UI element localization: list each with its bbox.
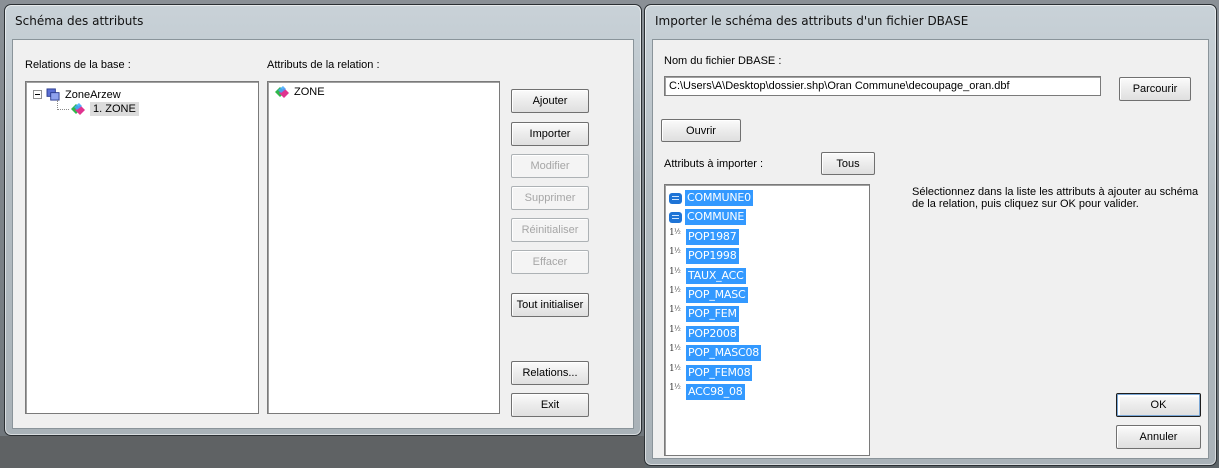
tree-connector [57, 109, 69, 110]
cancel-button[interactable]: Annuler [1116, 425, 1201, 449]
numeric-field-icon: 1½ [669, 344, 681, 355]
exit-button[interactable]: Exit [511, 393, 589, 417]
import-dbase-window: Importer le schéma des attributs d'un fi… [644, 4, 1217, 466]
attribute-name: COMMUNE0 [685, 190, 753, 206]
dbase-file-path-input[interactable]: C:\Users\A\Desktop\dossier.shp\Oran Comm… [664, 76, 1101, 96]
tree-node-root-label: ZoneArzew [65, 88, 121, 101]
numeric-field-icon: 1½ [669, 363, 681, 374]
attribute-name: POP_FEM08 [686, 364, 753, 381]
relation-icon [71, 103, 85, 115]
list-item[interactable]: ZONE [274, 85, 325, 99]
open-button[interactable]: Ouvrir [661, 119, 741, 142]
tree-node-root[interactable]: ZoneArzew [33, 88, 121, 101]
modify-button[interactable]: Modifier [511, 154, 589, 178]
attribute-schema-window: Schéma des attributs Relations de la bas… [4, 4, 642, 436]
attribute-label: ZONE [294, 86, 325, 98]
list-item[interactable]: COMMUNE [669, 208, 747, 226]
relation-icon [275, 86, 289, 98]
relations-button[interactable]: Relations... [511, 361, 589, 385]
list-item[interactable]: COMMUNE0 [669, 189, 753, 207]
database-icon [46, 88, 60, 101]
instructions-text: Sélectionnez dans la liste les attributs… [912, 186, 1199, 210]
list-item[interactable]: 1 ½ POP_MASC [669, 286, 748, 304]
attributes-to-import-label: Attributs à importer : [664, 158, 764, 170]
add-button[interactable]: Ajouter [511, 89, 589, 113]
numeric-field-icon: 1½ [669, 305, 681, 316]
numeric-field-icon: 1½ [669, 266, 681, 277]
list-item[interactable]: 1 ½ POP_FEM08 [669, 363, 753, 382]
window-client-area: Relations de la base : Attributs de la r… [12, 39, 634, 429]
tree-node-zone[interactable]: 1. ZONE [70, 102, 139, 116]
window-title: Schéma des attributs [15, 14, 144, 28]
attribute-name: TAUX_ACC [686, 267, 746, 284]
attribute-name: POP1987 [686, 228, 739, 245]
list-item[interactable]: 1 ½ POP_FEM [669, 305, 739, 323]
dbase-file-label: Nom du fichier DBASE : [664, 55, 782, 67]
attribute-name: POP_FEM [686, 306, 739, 323]
delete-button[interactable]: Supprimer [511, 186, 589, 210]
import-button[interactable]: Importer [511, 122, 589, 146]
numeric-field-icon: 1½ [669, 324, 681, 335]
numeric-field-icon: 1½ [669, 383, 681, 393]
ok-button[interactable]: OK [1116, 393, 1201, 417]
desktop-strip [0, 436, 645, 468]
attribute-name: POP_MASC08 [686, 345, 762, 362]
attribute-name: POP1998 [686, 248, 739, 265]
text-field-icon [669, 192, 682, 204]
collapse-toggle-icon[interactable] [33, 90, 42, 99]
list-item[interactable]: 1 ½ POP2008 [669, 325, 739, 343]
window-client-area: Nom du fichier DBASE : C:\Users\A\Deskto… [652, 39, 1209, 459]
window-title: Importer le schéma des attributs d'un fi… [655, 14, 969, 28]
text-field-icon [669, 211, 682, 223]
list-item[interactable]: 1 ½ TAUX_ACC [669, 267, 746, 285]
numeric-field-icon: 1½ [669, 286, 681, 296]
list-item[interactable]: 1 ½ ACC98_08 [669, 383, 745, 401]
attribute-name: COMMUNE [685, 209, 747, 226]
browse-button[interactable]: Parcourir [1119, 77, 1191, 101]
attribute-name: ACC98_08 [686, 384, 745, 400]
attribute-name: POP_MASC [686, 287, 748, 303]
reset-button[interactable]: Réinitialiser [511, 218, 589, 242]
tree-node-zone-label: 1. ZONE [90, 102, 139, 116]
list-item[interactable]: 1 ½ POP1998 [669, 247, 739, 265]
attributes-to-import-list[interactable]: COMMUNE0 COMMUNE 1 ½ POP1987 1 ½ POP1998 1 ½ TAUX_… [664, 184, 870, 456]
reset-all-button[interactable]: Tout initialiser [511, 293, 589, 317]
relations-label: Relations de la base : [25, 59, 131, 71]
list-item[interactable]: 1 ½ POP1987 [669, 228, 739, 246]
relation-attributes-list[interactable]: ZONE [267, 81, 500, 414]
select-all-button[interactable]: Tous [821, 152, 875, 175]
relations-tree[interactable]: ZoneArzew 1. ZONE [25, 81, 259, 414]
attribute-name: POP2008 [686, 325, 739, 342]
list-item[interactable]: 1 ½ POP_MASC08 [669, 344, 762, 362]
numeric-field-icon: 1½ [669, 247, 681, 258]
clear-button[interactable]: Effacer [511, 250, 589, 274]
relation-attributes-label: Attributs de la relation : [267, 59, 380, 71]
numeric-field-icon: 1½ [669, 227, 681, 238]
